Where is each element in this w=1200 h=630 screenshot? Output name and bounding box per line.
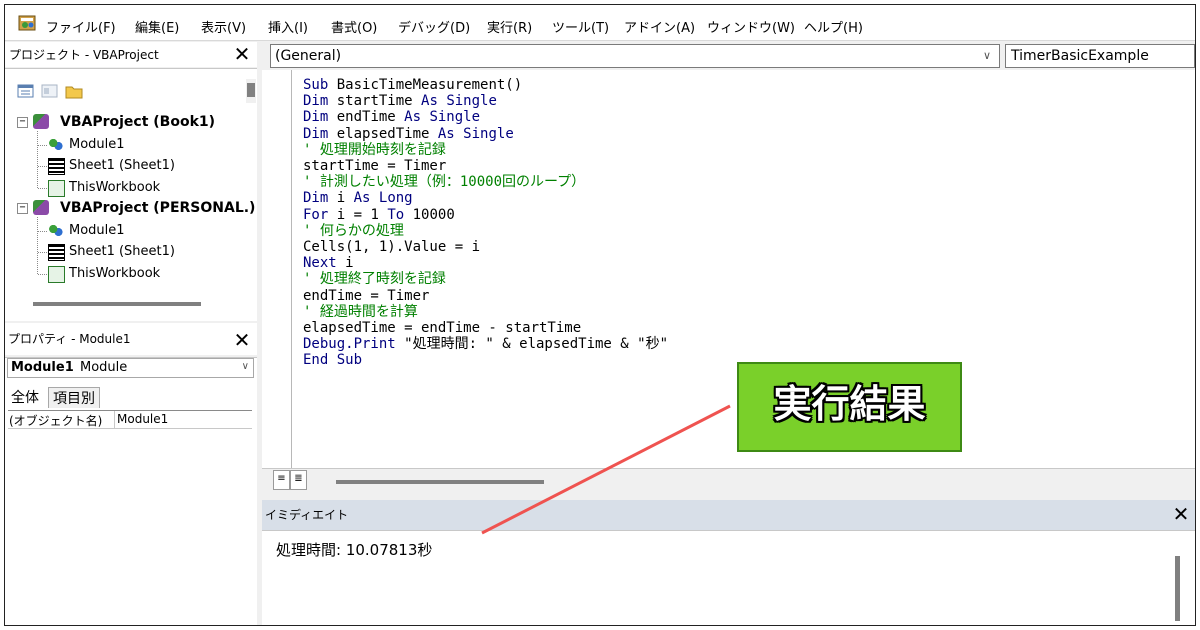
code-hscroll[interactable] — [336, 480, 544, 484]
properties-close-icon[interactable]: ✕ — [231, 330, 253, 352]
properties-grid: (オブジェクト名) Module1 — [8, 410, 252, 625]
project-scrollbar[interactable] — [246, 79, 256, 103]
tree-item[interactable]: Sheet1 (Sheet1) — [69, 244, 175, 259]
menu-item[interactable]: ヘルプ(H) — [804, 17, 863, 36]
menu-item[interactable]: アドイン(A) — [624, 17, 695, 36]
sheet-icon — [48, 244, 65, 261]
tree-connector — [37, 131, 38, 188]
tree-item-project[interactable]: VBAProject (Book1) — [60, 114, 215, 130]
callout-label: 実行結果 — [773, 382, 926, 426]
procedure-combo-value: TimerBasicExample — [1011, 48, 1149, 64]
properties-object-type: Module — [80, 360, 128, 375]
tab-categorized[interactable]: 項目別 — [48, 387, 100, 408]
expander-icon[interactable]: − — [17, 203, 28, 214]
immediate-output: 処理時間: 10.07813秒 — [276, 541, 433, 559]
toggle-folders-icon[interactable] — [65, 83, 83, 99]
expander-icon[interactable]: − — [17, 117, 28, 128]
view-object-icon[interactable] — [41, 83, 59, 99]
code-margin-bar[interactable] — [262, 70, 292, 490]
menu-item[interactable]: 書式(O) — [331, 17, 377, 36]
menu-item[interactable]: 表示(V) — [201, 17, 246, 36]
project-title-bar: プロジェクト - VBAProject ✕ — [5, 42, 257, 67]
chevron-down-icon[interactable]: ∨ — [983, 49, 991, 62]
workbook-icon — [48, 265, 65, 283]
properties-title: プロパティ - Module1 — [8, 332, 131, 346]
tree-item[interactable]: ThisWorkbook — [69, 180, 160, 195]
property-value[interactable]: Module1 — [117, 412, 168, 426]
tree-connector — [38, 230, 47, 232]
tree-item[interactable]: Sheet1 (Sheet1) — [69, 158, 175, 173]
menu-item[interactable]: ウィンドウ(W) — [707, 17, 795, 36]
menu-item[interactable]: デバッグ(D) — [398, 17, 470, 36]
immediate-close-icon[interactable]: ✕ — [1170, 504, 1192, 526]
immediate-vscroll[interactable] — [1175, 556, 1180, 621]
properties-object-select[interactable]: Module1 Module ∨ — [7, 358, 254, 378]
procedure-view-icon[interactable]: ≡ — [273, 470, 290, 490]
code-text[interactable]: Sub BasicTimeMeasurement() Dim startTime… — [303, 77, 668, 369]
view-code-icon[interactable] — [17, 83, 35, 99]
object-combo-value: (General) — [275, 48, 342, 64]
menu-item[interactable]: 挿入(I) — [268, 17, 308, 36]
tree-connector — [37, 217, 38, 274]
menu-item[interactable]: 編集(E) — [135, 17, 179, 36]
tab-alphabetic[interactable]: 全体 — [11, 387, 39, 407]
tree-connector — [38, 144, 47, 146]
vba-app-icon[interactable] — [18, 13, 38, 33]
tree-item-project[interactable]: VBAProject (PERSONAL.) — [60, 200, 255, 216]
module-icon — [48, 136, 63, 152]
sheet-icon — [48, 158, 65, 175]
vbaproject-icon — [33, 200, 49, 215]
tree-item[interactable]: ThisWorkbook — [69, 266, 160, 281]
tree-connector — [38, 273, 47, 275]
properties-row[interactable]: (オブジェクト名) Module1 — [8, 411, 252, 429]
project-title: プロジェクト - VBAProject — [9, 48, 159, 62]
immediate-title-bar: イミディエイト ✕ — [262, 500, 1195, 530]
properties-object-name: Module1 — [11, 360, 74, 375]
object-combo[interactable]: (General) ∨ — [270, 44, 1000, 68]
workbook-icon — [48, 179, 65, 197]
menu-item[interactable]: ファイル(F) — [46, 17, 116, 36]
menu-item[interactable]: 実行(R) — [487, 17, 532, 36]
tree-connector — [38, 252, 47, 253]
immediate-title: イミディエイト — [265, 508, 349, 522]
tree-item[interactable]: Module1 — [69, 223, 125, 238]
tree-item[interactable]: Module1 — [69, 137, 125, 152]
project-explorer — [5, 68, 257, 321]
tree-connector — [38, 166, 47, 167]
property-name: (オブジェクト名) — [9, 414, 103, 428]
procedure-combo[interactable]: TimerBasicExample — [1005, 44, 1195, 68]
project-close-icon[interactable]: ✕ — [231, 44, 253, 66]
properties-title-bar: プロパティ - Module1 ✕ — [5, 323, 257, 355]
full-module-view-icon[interactable]: ≣ — [290, 470, 307, 490]
tree-connector — [38, 187, 47, 189]
module-icon — [48, 222, 63, 238]
chevron-down-icon[interactable]: ∨ — [242, 361, 249, 372]
menu-item[interactable]: ツール(T) — [552, 17, 609, 36]
vbaproject-icon — [33, 114, 49, 129]
project-hscroll[interactable] — [33, 302, 201, 306]
